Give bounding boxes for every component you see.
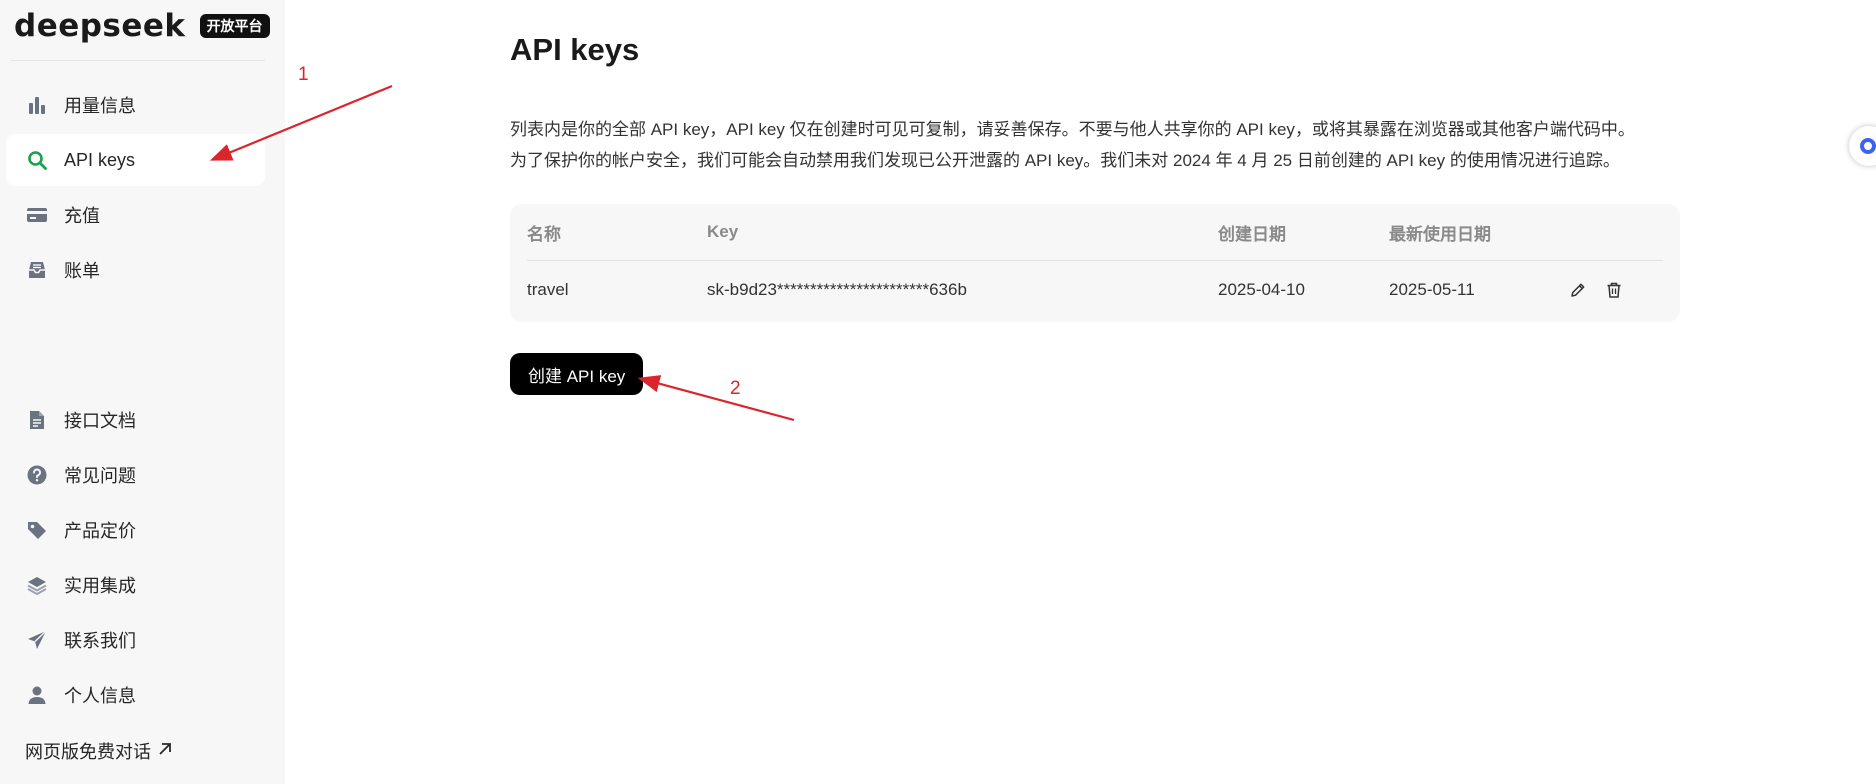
- header-actions: [1569, 204, 1663, 261]
- create-api-key-button[interactable]: 创建 API key: [510, 353, 644, 395]
- sidebar-item-label: 联系我们: [64, 631, 136, 651]
- table-header-row: 名称 Key 创建日期 最新使用日期: [527, 204, 1663, 261]
- layers-icon: [26, 574, 48, 596]
- sidebar: deepseek 开放平台 用量信息 API keys 充值 账单 接口文档 常…: [0, 0, 285, 784]
- description: 列表内是你的全部 API key，API key 仅在创建时可见可复制，请妥善保…: [510, 114, 1710, 176]
- search-icon: [26, 149, 48, 171]
- sidebar-item-pricing[interactable]: 产品定价: [6, 504, 265, 556]
- sidebar-item-api-keys[interactable]: API keys: [6, 134, 265, 186]
- sidebar-item-label: 个人信息: [64, 686, 136, 706]
- document-icon: [26, 409, 48, 431]
- web-chat-label: 网页版免费对话: [25, 742, 151, 762]
- sidebar-item-label: 接口文档: [64, 411, 136, 431]
- sidebar-item-integrations[interactable]: 实用集成: [6, 559, 265, 611]
- delete-icon[interactable]: [1605, 281, 1623, 299]
- sidebar-item-recharge[interactable]: 充值: [6, 189, 265, 241]
- sidebar-item-label: API keys: [64, 149, 136, 170]
- sidebar-item-usage[interactable]: 用量信息: [6, 79, 265, 131]
- annotation-arrow-2: [637, 375, 795, 422]
- web-chat-link[interactable]: 网页版免费对话: [25, 738, 173, 764]
- description-line-1: 列表内是你的全部 API key，API key 仅在创建时可见可复制，请妥善保…: [510, 120, 1635, 139]
- bar-chart-icon: [26, 94, 48, 116]
- sidebar-item-label: 实用集成: [64, 576, 136, 596]
- sidebar-item-billing[interactable]: 账单: [6, 244, 265, 296]
- sidebar-item-label: 产品定价: [64, 521, 136, 541]
- brand[interactable]: deepseek 开放平台: [14, 8, 270, 44]
- sidebar-item-label: 常见问题: [64, 466, 136, 486]
- brand-logo: deepseek: [14, 8, 186, 44]
- assistant-icon: [1860, 138, 1876, 154]
- brand-badge: 开放平台: [199, 14, 270, 38]
- key-actions: [1569, 261, 1663, 320]
- header-name: 名称: [527, 204, 707, 261]
- key-name: travel: [527, 280, 569, 299]
- table-row: travel sk-b9d23***********************63…: [527, 261, 1663, 320]
- sidebar-item-contact[interactable]: 联系我们: [6, 614, 265, 666]
- external-arrow-icon: [157, 741, 173, 762]
- sidebar-item-profile[interactable]: 个人信息: [6, 669, 265, 721]
- floating-assistant-button[interactable]: [1849, 126, 1876, 166]
- sidebar-item-faq[interactable]: 常见问题: [6, 449, 265, 501]
- key-value: sk-b9d23***********************636b: [707, 280, 967, 299]
- annotation-label-2: 2: [730, 378, 741, 399]
- user-icon: [26, 684, 48, 706]
- card-icon: [26, 204, 48, 226]
- description-line-2: 为了保护你的帐户安全，我们可能会自动禁用我们发现已公开泄露的 API key。我…: [510, 151, 1620, 170]
- sidebar-item-label: 充值: [64, 206, 100, 226]
- header-last-used: 最新使用日期: [1389, 204, 1569, 261]
- app-root: deepseek 开放平台 用量信息 API keys 充值 账单 接口文档 常…: [0, 0, 1876, 784]
- row-actions: [1569, 281, 1663, 299]
- header-key: Key: [707, 204, 1218, 261]
- inbox-icon: [26, 259, 48, 281]
- key-last-used: 2025-05-11: [1389, 280, 1475, 299]
- header-created: 创建日期: [1218, 204, 1389, 261]
- brand-divider: [10, 60, 265, 61]
- sidebar-nav-primary: 用量信息 API keys 充值 账单: [6, 79, 265, 299]
- sidebar-nav-secondary: 接口文档 常见问题 产品定价 实用集成 联系我们 个人信息: [6, 394, 265, 724]
- key-created: 2025-04-10: [1218, 280, 1305, 299]
- api-keys-card: 名称 Key 创建日期 最新使用日期 travel sk-b9d23******…: [510, 204, 1680, 322]
- api-keys-table: 名称 Key 创建日期 最新使用日期 travel sk-b9d23******…: [527, 204, 1663, 319]
- page-title: API keys: [510, 32, 640, 67]
- sidebar-item-label: 用量信息: [64, 96, 136, 116]
- edit-icon[interactable]: [1569, 281, 1587, 299]
- sidebar-item-label: 账单: [64, 261, 100, 281]
- annotation-label-1: 1: [298, 64, 309, 85]
- question-icon: [26, 464, 48, 486]
- tag-icon: [26, 519, 48, 541]
- send-icon: [26, 629, 48, 651]
- sidebar-item-api-docs[interactable]: 接口文档: [6, 394, 265, 446]
